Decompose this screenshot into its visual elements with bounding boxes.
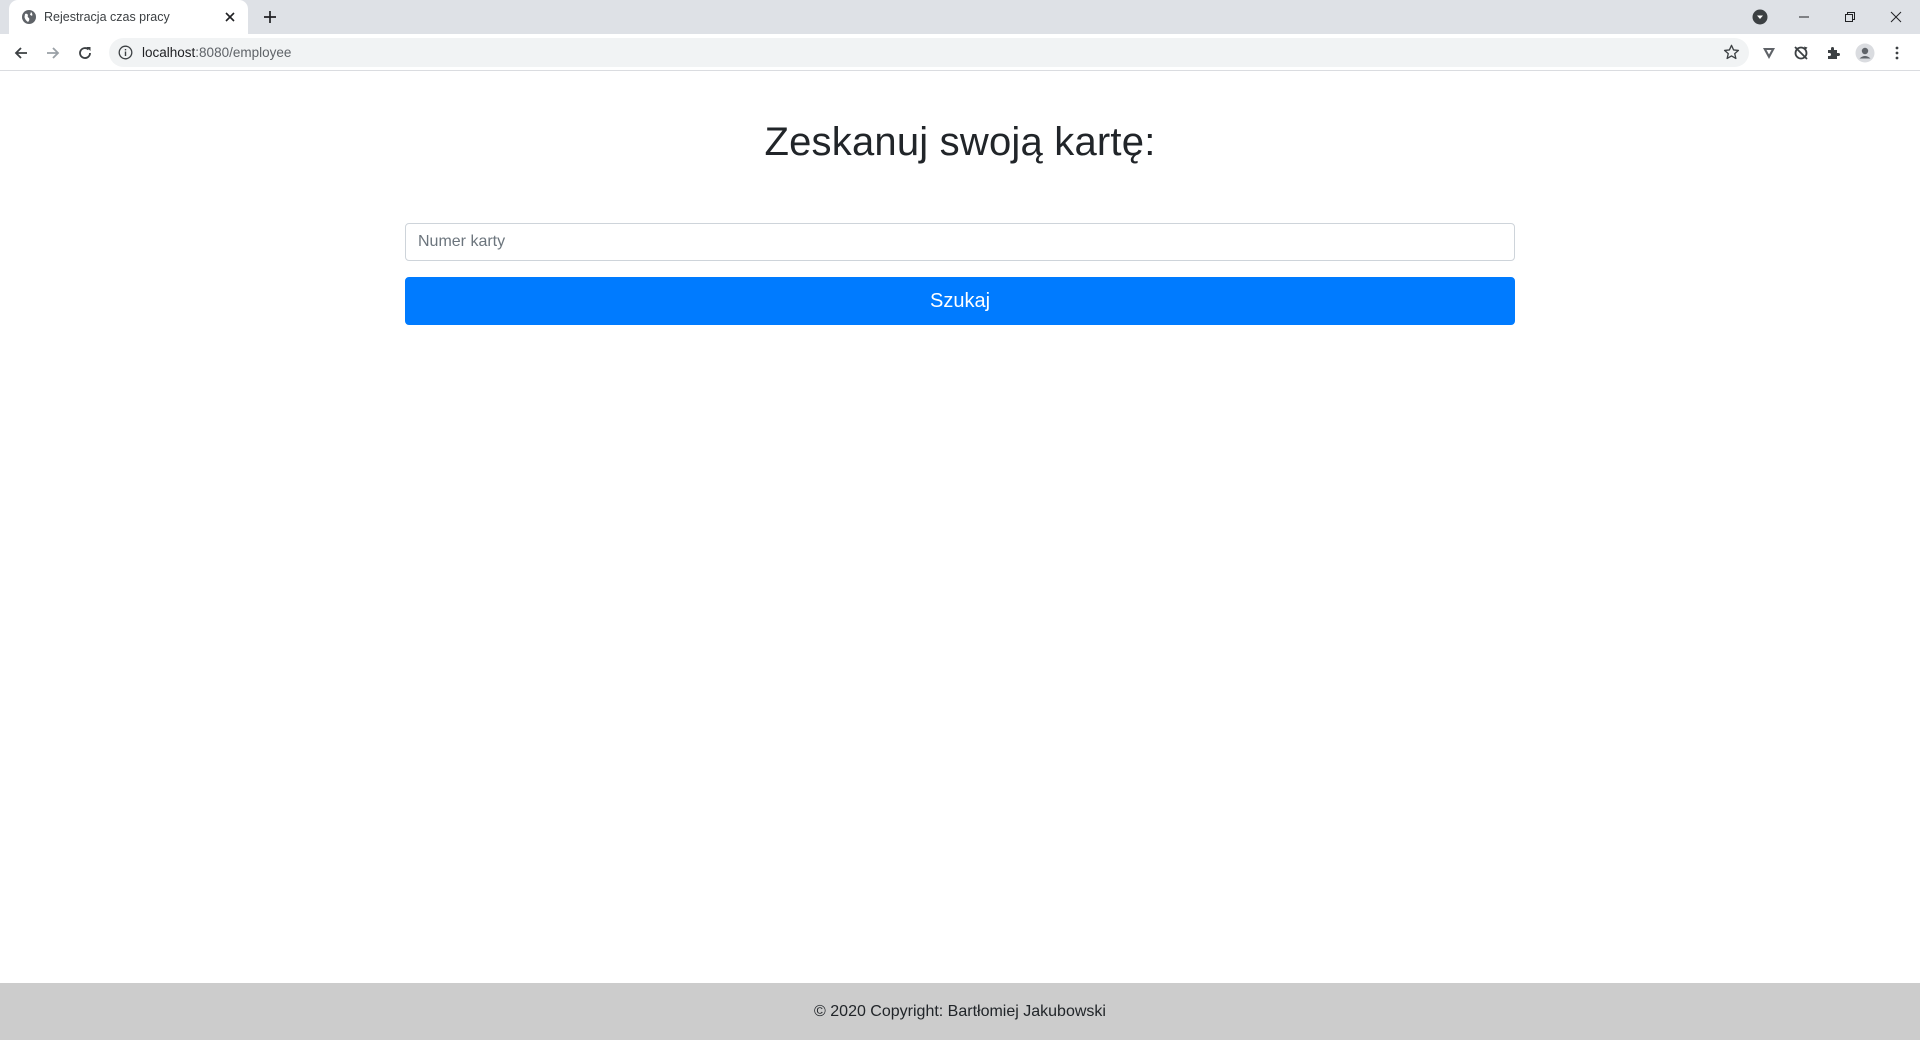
copyright-text: © 2020 Copyright: Bartłomiej Jakubowski bbox=[814, 1003, 1106, 1020]
url-text: localhost:8080/employee bbox=[142, 38, 291, 67]
forward-arrow-icon bbox=[47, 47, 60, 59]
plus-icon[interactable] bbox=[260, 7, 280, 27]
page-title: Zeskanuj swoją kartę: bbox=[764, 120, 1156, 164]
forward-button[interactable] bbox=[41, 41, 65, 65]
footer: © 2020 Copyright: Bartłomiej Jakubowski bbox=[0, 983, 1920, 1040]
search-button[interactable]: Szukaj bbox=[405, 277, 1515, 325]
puzzle-icon bbox=[1828, 47, 1840, 59]
address-bar[interactable]: localhost:8080/employee bbox=[109, 38, 1749, 67]
tab-title: Rejestracja czas pracy bbox=[44, 10, 170, 24]
profile-dropdown-icon bbox=[1752, 9, 1768, 25]
card-number-input[interactable] bbox=[405, 223, 1515, 261]
sync-extension-icon bbox=[1794, 46, 1808, 60]
minimize-icon bbox=[1799, 16, 1809, 18]
star-icon[interactable] bbox=[1722, 43, 1741, 62]
avatar-icon bbox=[1855, 43, 1875, 63]
vpn-extension-button[interactable] bbox=[1757, 41, 1781, 65]
url-path: :8080/employee bbox=[195, 45, 292, 60]
back-button[interactable] bbox=[9, 41, 33, 65]
sync-extension-button[interactable] bbox=[1789, 41, 1813, 65]
profile-dropdown-button[interactable] bbox=[1737, 0, 1783, 34]
globe-icon bbox=[22, 10, 36, 24]
reload-button[interactable] bbox=[73, 41, 97, 65]
browser-toolbar: localhost:8080/employee bbox=[0, 34, 1920, 71]
tab-strip: Rejestracja czas pracy bbox=[0, 0, 1920, 34]
url-host: localhost bbox=[142, 45, 196, 60]
window-close-button[interactable] bbox=[1873, 0, 1919, 34]
info-icon[interactable] bbox=[118, 45, 133, 60]
page-content: Zeskanuj swoją kartę: Szukaj © 2020 Copy… bbox=[0, 71, 1920, 1040]
restore-icon bbox=[1845, 12, 1855, 22]
back-arrow-icon bbox=[14, 47, 27, 59]
minimize-button[interactable] bbox=[1781, 0, 1827, 34]
extensions-button[interactable] bbox=[1821, 41, 1845, 65]
close-icon[interactable] bbox=[222, 9, 238, 25]
browser-tab[interactable]: Rejestracja czas pracy bbox=[9, 0, 248, 34]
restore-button[interactable] bbox=[1827, 0, 1873, 34]
browser-menu-button[interactable] bbox=[1885, 41, 1909, 65]
reload-icon bbox=[79, 47, 91, 59]
window-close-icon bbox=[1890, 11, 1902, 23]
kebab-menu-icon bbox=[1895, 46, 1899, 60]
profile-button[interactable] bbox=[1853, 41, 1877, 65]
vpn-extension-icon bbox=[1763, 48, 1775, 59]
